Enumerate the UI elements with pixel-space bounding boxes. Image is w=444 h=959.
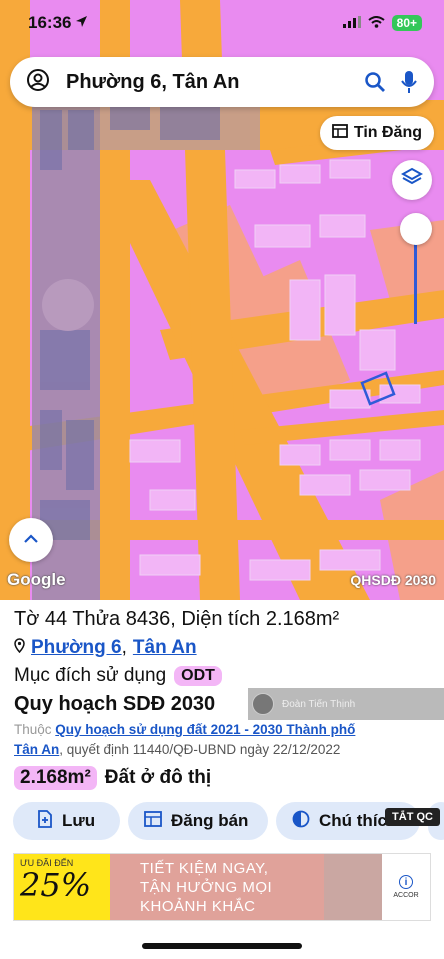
newspaper-icon xyxy=(144,810,162,832)
ad-promo-big: 25% xyxy=(20,866,92,904)
ad-line-3: KHOẢNH KHẮC xyxy=(140,897,256,915)
chevron-up-icon xyxy=(23,531,39,549)
plan-description: Thuộc Quy hoạch sử dụng đất 2021 - 2030 … xyxy=(14,720,430,760)
location-arrow-icon xyxy=(75,13,88,33)
layers-icon xyxy=(400,167,424,194)
ad-line-2: TẬN HƯỞNG MỌI xyxy=(140,878,273,896)
status-bar: 16:36 80+ xyxy=(0,0,444,46)
purpose-code-badge: ODT xyxy=(174,666,222,686)
location-separator: , xyxy=(121,637,127,658)
user-watermark: Đoàn Tiến Thịnh xyxy=(248,688,444,720)
ad-promo: ƯU ĐÃI ĐẾN 25% xyxy=(14,854,110,920)
layer-badge: QHSDĐ 2030 xyxy=(350,572,436,588)
plan-decision: , quyết định 11440/QĐ-UBND ngày 22/12/20… xyxy=(59,742,341,757)
ad-info-icon[interactable]: i xyxy=(399,875,413,889)
status-time: 16:36 xyxy=(28,13,72,32)
ad-photo xyxy=(324,854,382,920)
expand-panel-button[interactable] xyxy=(9,518,53,562)
contrast-icon xyxy=(292,810,310,833)
post-sale-label: Đăng bán xyxy=(171,811,249,830)
cellular-signal-icon xyxy=(342,15,361,31)
battery-icon: 80+ xyxy=(391,15,422,31)
wifi-icon xyxy=(368,15,385,31)
search-icon[interactable] xyxy=(364,71,386,93)
home-indicator[interactable] xyxy=(142,943,302,949)
area-summary: 2.168m² Đất ở đô thị xyxy=(14,766,430,790)
ad-line-1: TIẾT KIỆM NGAY, xyxy=(140,859,269,877)
post-sale-button[interactable]: Đăng bán xyxy=(128,802,268,840)
google-attribution: Google xyxy=(7,570,66,589)
opacity-slider-handle[interactable] xyxy=(400,213,432,245)
ad-banner[interactable]: ƯU ĐÃI ĐẾN 25% TIẾT KIỆM NGAY, TẬN HƯỞNG… xyxy=(13,853,431,921)
city-link[interactable]: Tân An xyxy=(133,637,197,659)
ad-message: TIẾT KIỆM NGAY, TẬN HƯỞNG MỌI KHOẢNH KHẮ… xyxy=(110,854,324,920)
ad-brand: i ACCOR xyxy=(382,854,430,920)
watermark-name: Đoàn Tiến Thịnh xyxy=(282,698,356,710)
action-bar: Lưu Đăng bán Chú thích xyxy=(13,802,444,840)
listings-label: Tin Đăng xyxy=(353,124,422,141)
plan-prefix: Thuộc xyxy=(14,722,52,737)
listings-button[interactable]: Tin Đăng xyxy=(319,116,434,150)
map-pin-icon xyxy=(14,637,25,659)
plan-link-city[interactable]: Tân An xyxy=(14,742,59,757)
account-icon[interactable] xyxy=(26,68,50,97)
hide-ad-button[interactable]: TẮT QC xyxy=(385,808,440,826)
microphone-icon[interactable] xyxy=(400,70,418,94)
file-plus-icon xyxy=(37,809,53,833)
area-badge: 2.168m² xyxy=(14,766,97,790)
save-label: Lưu xyxy=(62,811,96,830)
layers-button[interactable] xyxy=(392,160,432,200)
ad-brand-name: ACCOR xyxy=(393,892,419,899)
ward-link[interactable]: Phường 6 xyxy=(31,637,122,659)
avatar xyxy=(252,693,274,715)
purpose-label: Mục đích sử dụng xyxy=(14,665,167,686)
newspaper-icon xyxy=(331,123,348,143)
parcel-title: Tờ 44 Thửa 8436, Diện tích 2.168m² xyxy=(14,608,340,630)
area-type: Đất ở đô thị xyxy=(104,767,212,788)
plan-link[interactable]: Quy hoạch sử dụng đất 2021 - 2030 Thành … xyxy=(55,722,355,737)
parcel-location: Phường 6, Tân An xyxy=(14,637,430,659)
search-bar[interactable]: Phường 6, Tân An xyxy=(10,57,434,107)
save-button[interactable]: Lưu xyxy=(13,802,120,840)
search-input[interactable]: Phường 6, Tân An xyxy=(66,71,350,94)
land-use-purpose: Mục đích sử dụng ODT xyxy=(14,665,430,687)
